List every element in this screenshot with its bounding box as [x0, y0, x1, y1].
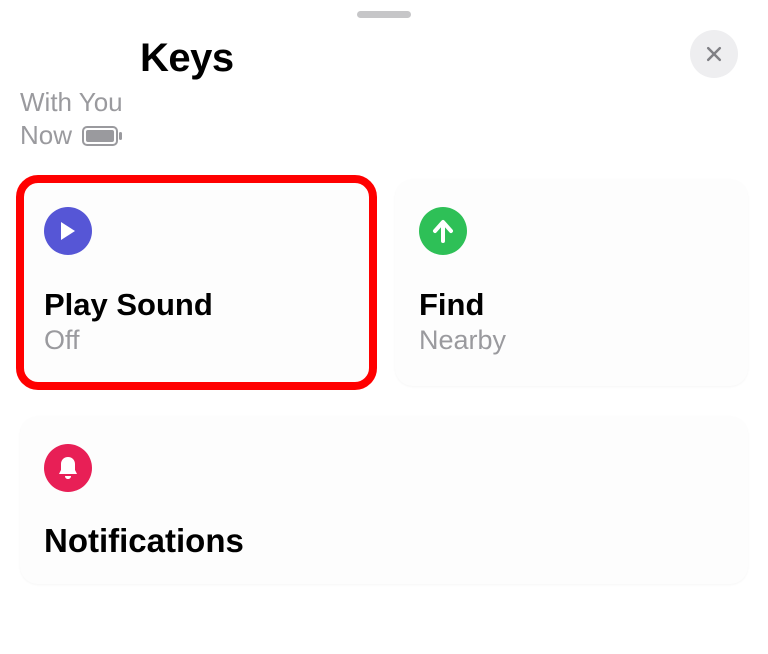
play-sound-card[interactable]: Play Sound Off: [20, 179, 373, 386]
now-text: Now: [20, 120, 72, 151]
close-button[interactable]: [690, 30, 738, 78]
battery-icon: [82, 126, 124, 146]
notifications-title: Notifications: [44, 522, 724, 560]
page-title: Keys: [140, 36, 768, 81]
action-cards: Play Sound Off Find Nearby: [0, 151, 768, 386]
header: Keys With You Now: [0, 0, 768, 151]
play-sound-title: Play Sound: [44, 287, 349, 323]
play-icon: [44, 207, 92, 255]
status-text: With You: [20, 87, 768, 118]
sheet-grabber[interactable]: [357, 11, 411, 18]
find-card[interactable]: Find Nearby: [395, 179, 748, 386]
play-sound-status: Off: [44, 325, 349, 356]
notifications-section[interactable]: Notifications: [20, 416, 748, 584]
close-icon: [704, 44, 724, 64]
now-line: Now: [20, 120, 768, 151]
find-status: Nearby: [419, 325, 724, 356]
bell-icon: [44, 444, 92, 492]
find-title: Find: [419, 287, 724, 323]
arrow-up-icon: [419, 207, 467, 255]
